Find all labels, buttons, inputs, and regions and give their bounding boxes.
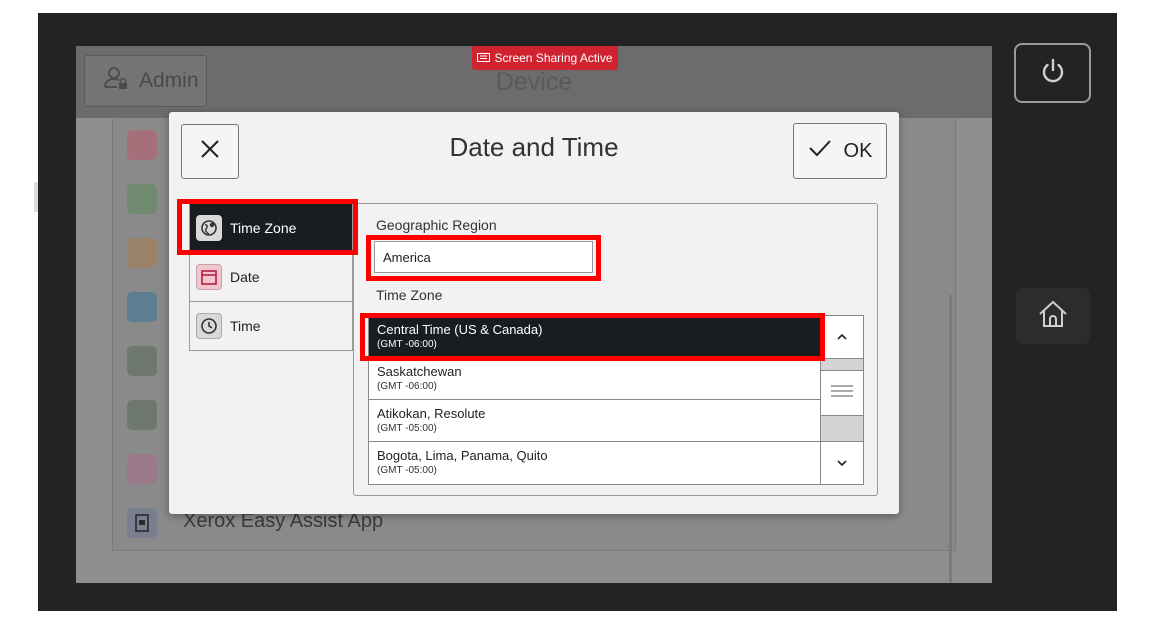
ok-label: OK [843, 139, 873, 162]
device-title: Device [495, 68, 573, 96]
document-app-icon [127, 508, 157, 538]
chevron-down-icon [836, 454, 848, 472]
timezone-offset: (GMT -05:00) [377, 465, 437, 476]
app-icon [127, 292, 157, 322]
clock-icon [196, 313, 222, 339]
app-icon [127, 238, 157, 268]
timezone-item[interactable]: Central Time (US & Canada) (GMT -06:00) [369, 316, 820, 358]
timezone-offset: (GMT -05:00) [377, 423, 437, 434]
region-value: America [383, 249, 431, 265]
app-icon [127, 400, 157, 430]
screen-sharing-badge: Screen Sharing Active [472, 46, 618, 70]
tab-time[interactable]: Time [190, 302, 352, 350]
drag-handle-icon [831, 384, 853, 402]
home-icon [1037, 299, 1069, 334]
tab-time-zone[interactable]: Time Zone [190, 204, 352, 252]
chevron-up-icon [836, 328, 848, 346]
background-scrollbar [949, 295, 952, 582]
tab-date[interactable]: Date [190, 253, 352, 301]
ok-button[interactable]: OK [793, 123, 887, 179]
dialog-title: Date and Time [449, 132, 619, 162]
timezone-offset: (GMT -06:00) [377, 339, 437, 350]
region-input[interactable]: America [374, 241, 593, 273]
tab-label: Date [230, 269, 260, 285]
tab-label: Time [230, 318, 261, 334]
app-icon [127, 130, 157, 160]
calendar-icon [196, 264, 222, 290]
timezone-name: Saskatchewan [377, 364, 462, 379]
timezone-list: Central Time (US & Canada) (GMT -06:00) … [368, 315, 821, 485]
scroll-down-button[interactable] [821, 441, 863, 484]
timezone-item[interactable]: Bogota, Lima, Panama, Quito (GMT -05:00) [369, 442, 820, 484]
timezone-item[interactable]: Atikokan, Resolute (GMT -05:00) [369, 400, 820, 442]
tab-label: Time Zone [230, 220, 297, 236]
app-icon [127, 184, 157, 214]
sharing-badge-text: Screen Sharing Active [494, 51, 613, 65]
timezone-item[interactable]: Saskatchewan (GMT -06:00) [369, 358, 820, 400]
globe-icon [196, 215, 222, 241]
timezone-label: Time Zone [376, 287, 443, 303]
cloud-upload-icon [127, 454, 157, 484]
screen-share-icon [477, 51, 491, 65]
timezone-name: Bogota, Lima, Panama, Quito [377, 448, 548, 463]
settings-tab-list: Time Zone Date Time [189, 203, 353, 351]
scroll-thumb[interactable] [821, 370, 863, 416]
time-zone-panel: Geographic Region America Time Zone Cent… [353, 203, 878, 496]
power-button[interactable] [1014, 43, 1091, 103]
region-label: Geographic Region [376, 217, 497, 233]
date-time-dialog: Date and Time OK Time Zone Date Time Geo… [169, 112, 899, 514]
timezone-offset: (GMT -06:00) [377, 381, 437, 392]
scroll-up-button[interactable] [821, 316, 863, 359]
checkmark-icon [808, 138, 832, 164]
timezone-scrollbar [821, 315, 864, 485]
power-icon [1038, 56, 1068, 91]
timezone-name: Central Time (US & Canada) [377, 322, 543, 337]
timezone-name: Atikokan, Resolute [377, 406, 486, 421]
home-button[interactable] [1016, 288, 1090, 344]
app-icon [127, 346, 157, 376]
